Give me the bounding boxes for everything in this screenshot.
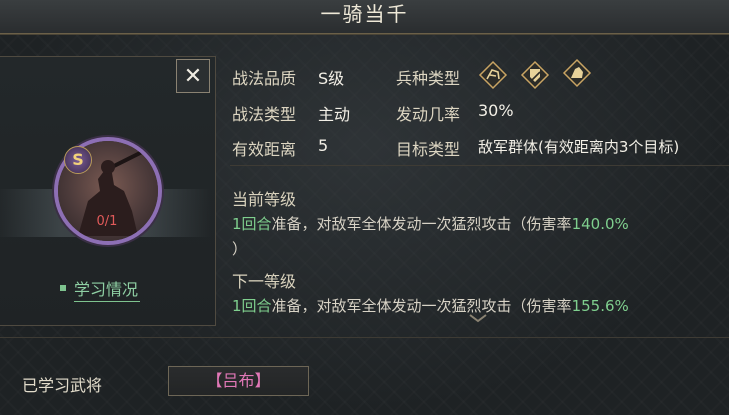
page-title: 一骑当千 bbox=[320, 2, 409, 26]
next-damage-rate: 155.6% bbox=[571, 297, 629, 315]
current-desc-text: 准备，对敌军全体发动一次猛烈攻击（伤害率 bbox=[271, 215, 572, 233]
study-status-link[interactable]: 学习情况 bbox=[60, 276, 141, 302]
quality-value: S级 bbox=[318, 69, 345, 88]
next-level-desc: 1回合准备，对敌军全体发动一次猛烈攻击（伤害率155.6% bbox=[232, 295, 629, 316]
skill-type-value: 主动 bbox=[318, 105, 351, 124]
shield-infantry-icon bbox=[520, 60, 550, 90]
close-button[interactable]: ✕ bbox=[176, 59, 210, 93]
next-level-title: 下一等级 bbox=[232, 272, 297, 291]
current-level-desc-end: ） bbox=[232, 240, 248, 258]
title-bar: 一骑当千 bbox=[0, 0, 729, 34]
range-value: 5 bbox=[318, 136, 329, 155]
skill-type-label: 战法类型 bbox=[232, 105, 297, 124]
trigger-rate-value: 30% bbox=[478, 101, 514, 120]
target-type-label: 目标类型 bbox=[396, 140, 461, 159]
study-status-label: 学习情况 bbox=[74, 280, 139, 299]
study-progress: 0/1 bbox=[96, 214, 118, 229]
link-underline bbox=[74, 301, 141, 302]
current-level-title: 当前等级 bbox=[232, 190, 297, 209]
cavalry-icon bbox=[478, 60, 508, 90]
next-prep: 1回合 bbox=[232, 297, 272, 315]
learned-general-name: 【吕布】 bbox=[206, 371, 271, 390]
section-divider bbox=[0, 337, 729, 338]
troop-type-label: 兵种类型 bbox=[396, 69, 461, 88]
next-desc-text: 准备，对敌军全体发动一次猛烈攻击（伤害率 bbox=[271, 297, 572, 315]
bullet-icon bbox=[60, 285, 66, 291]
archer-icon bbox=[562, 58, 592, 88]
info-divider bbox=[230, 165, 729, 166]
grade-badge: S bbox=[64, 146, 92, 174]
close-icon: ✕ bbox=[183, 63, 203, 89]
current-prep: 1回合 bbox=[232, 215, 272, 233]
title-divider bbox=[0, 34, 729, 35]
chevron-down-icon[interactable] bbox=[468, 313, 488, 323]
trigger-rate-label: 发动几率 bbox=[396, 105, 461, 124]
learned-generals-label: 已学习武将 bbox=[22, 376, 103, 395]
range-label: 有效距离 bbox=[232, 140, 297, 159]
target-type-value: 敌军群体(有效距离内3个目标) bbox=[478, 138, 680, 156]
current-level-desc: 1回合准备，对敌军全体发动一次猛烈攻击（伤害率140.0% bbox=[232, 213, 629, 234]
learned-general-button[interactable]: 【吕布】 bbox=[168, 366, 309, 396]
quality-label: 战法品质 bbox=[232, 69, 297, 88]
current-damage-rate: 140.0% bbox=[571, 215, 629, 233]
